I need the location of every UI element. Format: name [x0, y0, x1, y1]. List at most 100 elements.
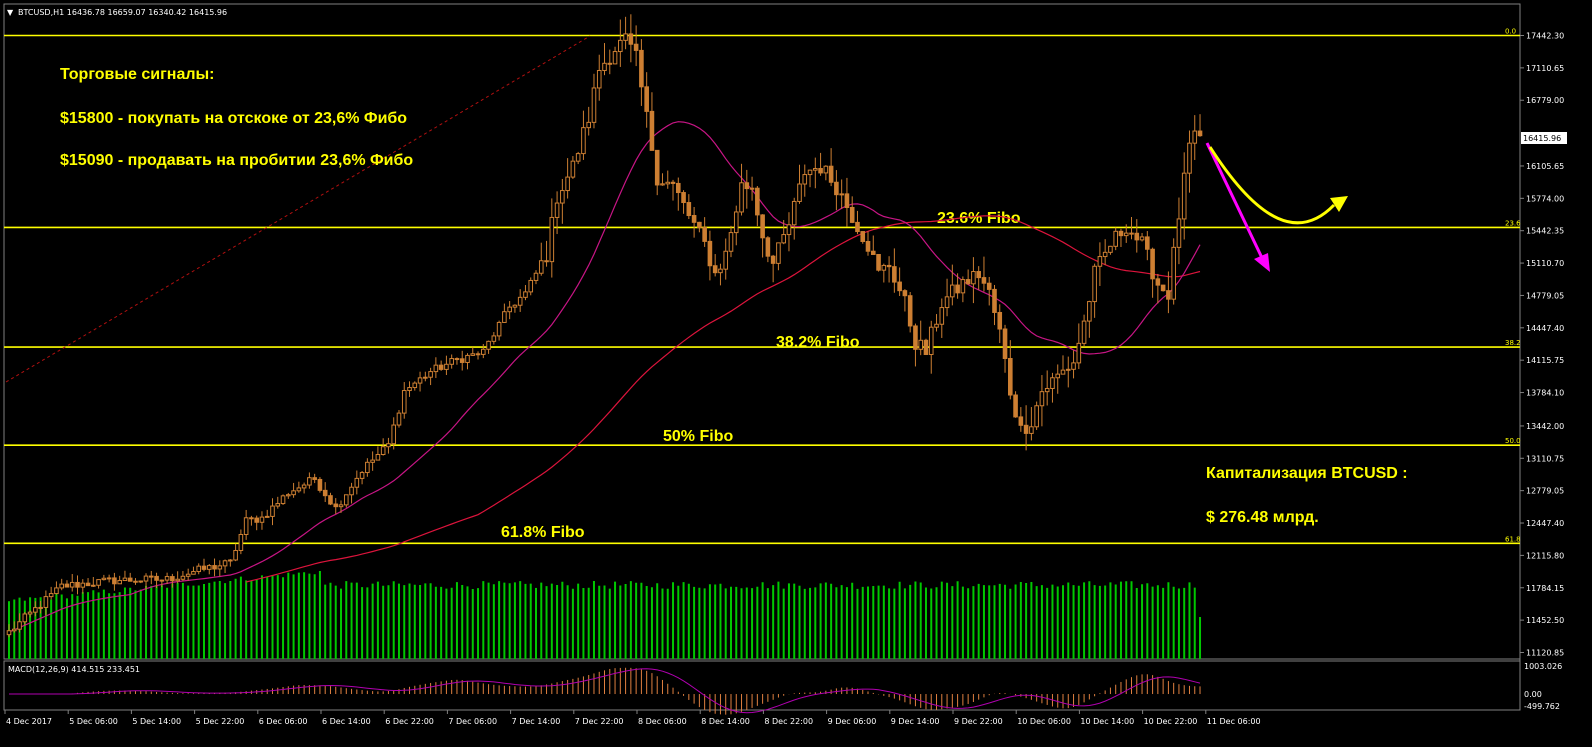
candle-body	[823, 165, 829, 174]
candle-body	[180, 575, 186, 580]
candle-body	[286, 494, 291, 497]
candle-body	[6, 630, 12, 636]
candle-body	[333, 503, 339, 508]
price-tick-label: 12447.40	[1526, 519, 1564, 528]
candle-body	[1176, 218, 1182, 248]
candle-body	[391, 424, 397, 445]
candle-body	[354, 477, 360, 488]
candle-body	[749, 187, 755, 190]
candle-body	[950, 284, 955, 298]
fib-tag-61-8: 61.8	[1505, 535, 1521, 543]
candle-body	[886, 264, 892, 268]
candle-body	[733, 211, 739, 234]
macd-tick-label: -499.762	[1524, 702, 1560, 711]
fib-tag-50-0: 50.0	[1505, 437, 1521, 445]
candle-body	[517, 296, 523, 306]
time-tick-label: 9 Dec 06:00	[828, 717, 877, 726]
candle-body	[307, 477, 312, 486]
svg-text:16415.96: 16415.96	[1523, 134, 1561, 143]
candle-body	[496, 321, 502, 337]
candle-body	[776, 242, 781, 264]
candle-body	[512, 304, 518, 308]
candle-body	[22, 613, 28, 623]
fib-label-50-0: 50% Fibo	[663, 428, 733, 445]
candle-body	[591, 87, 597, 123]
candle-body	[870, 250, 876, 255]
candle-body	[1187, 142, 1192, 174]
fib-tag-38-2: 38.2	[1505, 339, 1521, 347]
candle-body	[444, 363, 449, 370]
candle-body	[502, 311, 507, 323]
candle-body	[11, 628, 17, 632]
candle-body	[465, 354, 470, 363]
candle-body	[1197, 130, 1203, 137]
trading-chart: 0.023.623.6% Fibo38.238.2% Fibo50.050% F…	[0, 0, 1592, 747]
time-tick-label: 8 Dec 14:00	[701, 717, 750, 726]
macd-label: MACD(12,26,9) 414.515 233.451	[8, 665, 140, 674]
price-tick-label: 17110.65	[1526, 64, 1564, 73]
fib-tag-23-6: 23.6	[1505, 219, 1521, 227]
candle-body	[1008, 357, 1013, 396]
candle-body	[217, 565, 223, 570]
time-tick-label: 8 Dec 22:00	[764, 717, 813, 726]
fib-tag-0-0: 0.0	[1505, 28, 1516, 36]
candle-body	[1192, 130, 1198, 144]
candle-body	[43, 596, 49, 608]
price-tick-label: 11784.15	[1526, 584, 1564, 593]
triangle-down-icon[interactable]: ▼	[7, 8, 14, 17]
candle-body	[249, 517, 254, 520]
candle-body	[628, 33, 634, 45]
time-tick-label: 9 Dec 22:00	[954, 717, 1003, 726]
candle-body	[654, 149, 660, 186]
candle-body	[196, 565, 202, 573]
candle-body	[718, 268, 723, 274]
candle-body	[944, 296, 950, 309]
candle-body	[233, 549, 238, 561]
candle-body	[581, 127, 586, 155]
time-tick-label: 7 Dec 14:00	[512, 717, 561, 726]
candle-body	[212, 565, 217, 570]
candle-body	[528, 279, 534, 293]
candle-body	[681, 192, 686, 204]
signal-sell-text: $15090 - продавать на пробитии 23,6% Фиб…	[60, 152, 413, 169]
time-tick-label: 5 Dec 06:00	[69, 717, 118, 726]
candle-body	[1129, 232, 1134, 235]
candle-body	[1113, 230, 1119, 247]
candle-body	[112, 577, 117, 585]
candle-body	[312, 477, 317, 480]
candle-body	[839, 193, 844, 196]
candle-body	[739, 182, 744, 213]
candle-body	[159, 579, 165, 582]
candle-body	[723, 250, 729, 270]
candle-body	[834, 181, 839, 196]
candle-body	[618, 39, 623, 53]
candle-body	[802, 174, 808, 185]
candle-body	[301, 484, 307, 489]
candle-body	[860, 231, 866, 242]
capitalization-label: Капитализация BTCUSD :	[1206, 465, 1408, 482]
candle-body	[1171, 246, 1176, 300]
fib-label-61-8: 61.8% Fibo	[501, 524, 585, 541]
candle-body	[538, 260, 544, 274]
candle-body	[897, 281, 902, 292]
candle-body	[148, 575, 154, 578]
price-tick-label: 11120.85	[1526, 649, 1564, 658]
candle-body	[423, 376, 428, 379]
candle-body	[48, 593, 54, 598]
candle-body	[828, 165, 834, 183]
candle-body	[1013, 394, 1018, 418]
price-tick-label: 16779.00	[1526, 96, 1564, 105]
candle-body	[206, 565, 212, 570]
candle-body	[27, 611, 33, 615]
candle-body	[475, 353, 481, 356]
candle-body	[491, 335, 497, 342]
candle-body	[401, 390, 407, 414]
candle-body	[1097, 256, 1103, 267]
time-tick-label: 7 Dec 22:00	[575, 717, 624, 726]
candle-body	[328, 495, 333, 505]
price-tick-label: 13784.10	[1526, 389, 1564, 398]
candle-body	[1060, 369, 1066, 375]
candle-body	[486, 340, 491, 350]
candle-body	[570, 160, 576, 178]
candle-body	[1139, 236, 1145, 241]
